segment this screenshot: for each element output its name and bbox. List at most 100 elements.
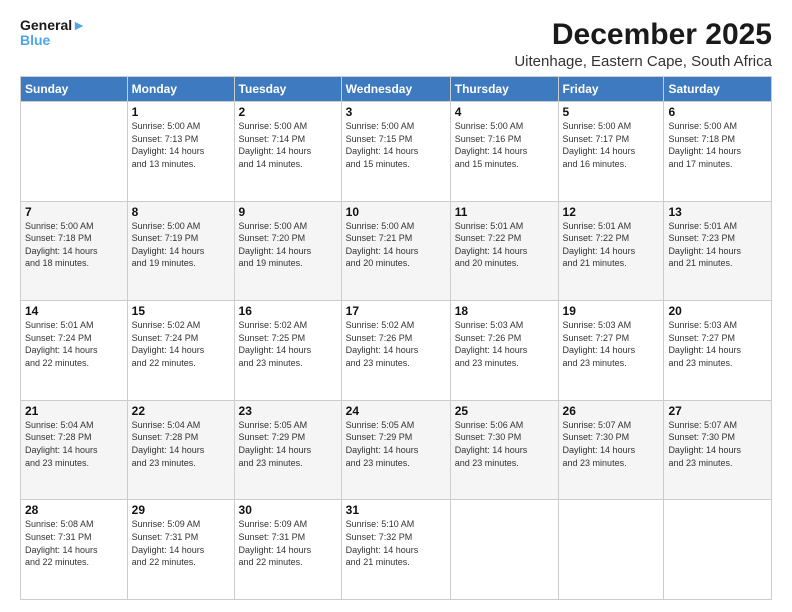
day-info: Sunrise: 5:00 AMSunset: 7:17 PMDaylight:… [563,120,660,170]
calendar-cell: 19Sunrise: 5:03 AMSunset: 7:27 PMDayligh… [558,301,664,401]
logo: General► Blue [20,18,86,49]
day-number: 3 [346,105,446,119]
day-info: Sunrise: 5:02 AMSunset: 7:26 PMDaylight:… [346,319,446,369]
day-number: 10 [346,205,446,219]
day-number: 4 [455,105,554,119]
day-info: Sunrise: 5:07 AMSunset: 7:30 PMDaylight:… [668,419,767,469]
column-header-sunday: Sunday [21,77,128,102]
day-info: Sunrise: 5:03 AMSunset: 7:27 PMDaylight:… [668,319,767,369]
day-info: Sunrise: 5:00 AMSunset: 7:15 PMDaylight:… [346,120,446,170]
column-header-monday: Monday [127,77,234,102]
calendar-cell [664,500,772,600]
day-info: Sunrise: 5:00 AMSunset: 7:18 PMDaylight:… [668,120,767,170]
calendar-cell: 2Sunrise: 5:00 AMSunset: 7:14 PMDaylight… [234,102,341,202]
calendar-cell: 25Sunrise: 5:06 AMSunset: 7:30 PMDayligh… [450,400,558,500]
day-number: 18 [455,304,554,318]
day-number: 31 [346,503,446,517]
day-info: Sunrise: 5:10 AMSunset: 7:32 PMDaylight:… [346,518,446,568]
day-number: 23 [239,404,337,418]
calendar-cell: 15Sunrise: 5:02 AMSunset: 7:24 PMDayligh… [127,301,234,401]
calendar-cell: 8Sunrise: 5:00 AMSunset: 7:19 PMDaylight… [127,201,234,301]
day-number: 30 [239,503,337,517]
day-number: 27 [668,404,767,418]
column-header-tuesday: Tuesday [234,77,341,102]
calendar-cell: 24Sunrise: 5:05 AMSunset: 7:29 PMDayligh… [341,400,450,500]
day-info: Sunrise: 5:00 AMSunset: 7:20 PMDaylight:… [239,220,337,270]
day-info: Sunrise: 5:00 AMSunset: 7:21 PMDaylight:… [346,220,446,270]
calendar-week-1: 1Sunrise: 5:00 AMSunset: 7:13 PMDaylight… [21,102,772,202]
day-number: 15 [132,304,230,318]
day-number: 2 [239,105,337,119]
calendar-body: 1Sunrise: 5:00 AMSunset: 7:13 PMDaylight… [21,102,772,600]
column-header-friday: Friday [558,77,664,102]
day-info: Sunrise: 5:01 AMSunset: 7:23 PMDaylight:… [668,220,767,270]
calendar-cell: 11Sunrise: 5:01 AMSunset: 7:22 PMDayligh… [450,201,558,301]
calendar-cell: 29Sunrise: 5:09 AMSunset: 7:31 PMDayligh… [127,500,234,600]
day-info: Sunrise: 5:06 AMSunset: 7:30 PMDaylight:… [455,419,554,469]
calendar-cell: 26Sunrise: 5:07 AMSunset: 7:30 PMDayligh… [558,400,664,500]
day-number: 13 [668,205,767,219]
calendar-cell: 13Sunrise: 5:01 AMSunset: 7:23 PMDayligh… [664,201,772,301]
calendar-week-4: 21Sunrise: 5:04 AMSunset: 7:28 PMDayligh… [21,400,772,500]
calendar-cell: 3Sunrise: 5:00 AMSunset: 7:15 PMDaylight… [341,102,450,202]
day-info: Sunrise: 5:00 AMSunset: 7:18 PMDaylight:… [25,220,123,270]
calendar: SundayMondayTuesdayWednesdayThursdayFrid… [20,76,772,600]
day-info: Sunrise: 5:01 AMSunset: 7:24 PMDaylight:… [25,319,123,369]
day-number: 20 [668,304,767,318]
day-info: Sunrise: 5:02 AMSunset: 7:24 PMDaylight:… [132,319,230,369]
calendar-cell: 18Sunrise: 5:03 AMSunset: 7:26 PMDayligh… [450,301,558,401]
day-info: Sunrise: 5:00 AMSunset: 7:13 PMDaylight:… [132,120,230,170]
day-info: Sunrise: 5:04 AMSunset: 7:28 PMDaylight:… [132,419,230,469]
day-number: 26 [563,404,660,418]
day-number: 6 [668,105,767,119]
day-number: 1 [132,105,230,119]
day-info: Sunrise: 5:03 AMSunset: 7:27 PMDaylight:… [563,319,660,369]
calendar-cell: 23Sunrise: 5:05 AMSunset: 7:29 PMDayligh… [234,400,341,500]
calendar-cell: 31Sunrise: 5:10 AMSunset: 7:32 PMDayligh… [341,500,450,600]
day-info: Sunrise: 5:04 AMSunset: 7:28 PMDaylight:… [25,419,123,469]
calendar-cell: 17Sunrise: 5:02 AMSunset: 7:26 PMDayligh… [341,301,450,401]
day-number: 12 [563,205,660,219]
day-number: 29 [132,503,230,517]
day-info: Sunrise: 5:01 AMSunset: 7:22 PMDaylight:… [563,220,660,270]
day-info: Sunrise: 5:03 AMSunset: 7:26 PMDaylight:… [455,319,554,369]
main-title: December 2025 [514,18,772,51]
day-info: Sunrise: 5:07 AMSunset: 7:30 PMDaylight:… [563,419,660,469]
day-number: 16 [239,304,337,318]
day-number: 9 [239,205,337,219]
day-number: 25 [455,404,554,418]
day-number: 8 [132,205,230,219]
calendar-cell: 9Sunrise: 5:00 AMSunset: 7:20 PMDaylight… [234,201,341,301]
calendar-week-3: 14Sunrise: 5:01 AMSunset: 7:24 PMDayligh… [21,301,772,401]
calendar-cell: 1Sunrise: 5:00 AMSunset: 7:13 PMDaylight… [127,102,234,202]
day-number: 14 [25,304,123,318]
day-number: 21 [25,404,123,418]
day-number: 22 [132,404,230,418]
column-header-wednesday: Wednesday [341,77,450,102]
calendar-cell: 16Sunrise: 5:02 AMSunset: 7:25 PMDayligh… [234,301,341,401]
day-info: Sunrise: 5:09 AMSunset: 7:31 PMDaylight:… [239,518,337,568]
calendar-cell: 30Sunrise: 5:09 AMSunset: 7:31 PMDayligh… [234,500,341,600]
calendar-cell: 22Sunrise: 5:04 AMSunset: 7:28 PMDayligh… [127,400,234,500]
day-info: Sunrise: 5:00 AMSunset: 7:16 PMDaylight:… [455,120,554,170]
day-number: 28 [25,503,123,517]
day-number: 17 [346,304,446,318]
calendar-cell: 14Sunrise: 5:01 AMSunset: 7:24 PMDayligh… [21,301,128,401]
column-header-saturday: Saturday [664,77,772,102]
calendar-cell: 28Sunrise: 5:08 AMSunset: 7:31 PMDayligh… [21,500,128,600]
title-block: December 2025 Uitenhage, Eastern Cape, S… [514,18,772,70]
calendar-cell: 6Sunrise: 5:00 AMSunset: 7:18 PMDaylight… [664,102,772,202]
calendar-cell [450,500,558,600]
calendar-header-row: SundayMondayTuesdayWednesdayThursdayFrid… [21,77,772,102]
calendar-cell: 4Sunrise: 5:00 AMSunset: 7:16 PMDaylight… [450,102,558,202]
subtitle: Uitenhage, Eastern Cape, South Africa [514,53,772,70]
calendar-week-5: 28Sunrise: 5:08 AMSunset: 7:31 PMDayligh… [21,500,772,600]
column-header-thursday: Thursday [450,77,558,102]
calendar-cell: 10Sunrise: 5:00 AMSunset: 7:21 PMDayligh… [341,201,450,301]
day-info: Sunrise: 5:02 AMSunset: 7:25 PMDaylight:… [239,319,337,369]
calendar-cell: 5Sunrise: 5:00 AMSunset: 7:17 PMDaylight… [558,102,664,202]
calendar-cell: 27Sunrise: 5:07 AMSunset: 7:30 PMDayligh… [664,400,772,500]
calendar-cell [558,500,664,600]
day-info: Sunrise: 5:09 AMSunset: 7:31 PMDaylight:… [132,518,230,568]
day-info: Sunrise: 5:00 AMSunset: 7:14 PMDaylight:… [239,120,337,170]
